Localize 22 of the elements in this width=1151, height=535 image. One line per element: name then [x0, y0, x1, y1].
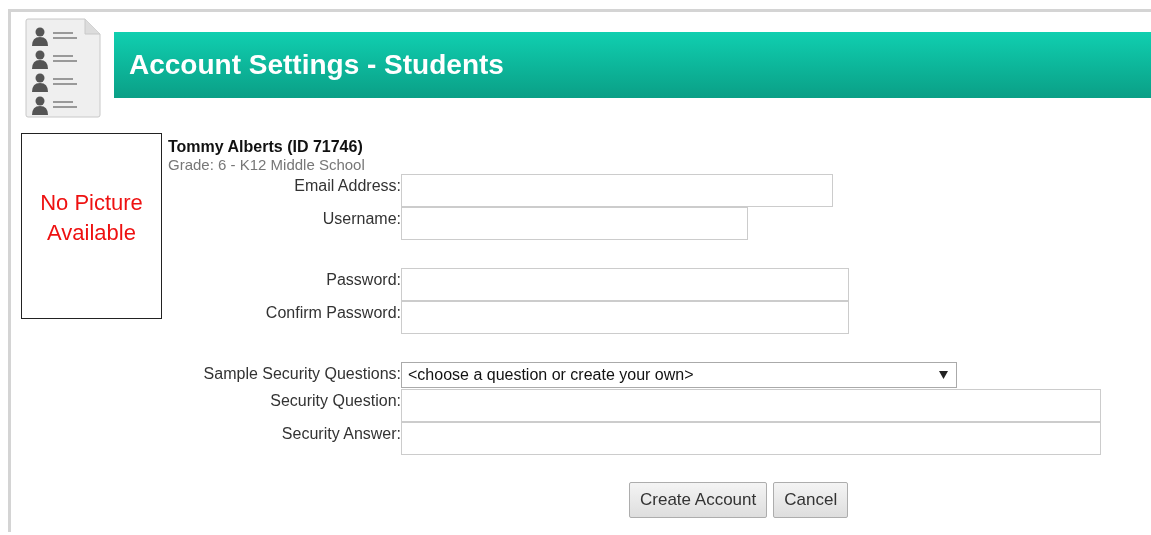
security-question-dropdown[interactable]: <choose a question or create your own> — [401, 362, 957, 388]
contact-list-icon — [25, 18, 101, 118]
student-name: Tommy Alberts (ID 71746) — [168, 138, 364, 156]
field-label: Email Address: — [293, 176, 401, 195]
action-button[interactable]: Create Account — [629, 482, 768, 518]
input-field[interactable] — [401, 174, 833, 207]
student-grade: Grade: 6 - K12 Middle School — [168, 156, 366, 173]
field-label: Sample Security Questions: — [202, 364, 401, 383]
page-title: Account Settings - Students — [129, 49, 504, 81]
no-picture-text: No Picture Available — [39, 189, 144, 247]
input-field[interactable] — [401, 268, 849, 301]
field-label: Username: — [321, 209, 401, 228]
action-button[interactable]: Cancel — [773, 482, 849, 518]
input-field[interactable] — [401, 422, 1101, 455]
field-label: Security Question: — [269, 391, 401, 410]
field-label: Password: — [325, 270, 401, 289]
input-field[interactable] — [401, 389, 1101, 422]
caret-icon — [939, 371, 948, 379]
input-field[interactable] — [401, 301, 849, 334]
field-label: Security Answer: — [280, 424, 401, 443]
input-field[interactable] — [401, 207, 748, 240]
field-label: Confirm Password: — [264, 303, 401, 322]
